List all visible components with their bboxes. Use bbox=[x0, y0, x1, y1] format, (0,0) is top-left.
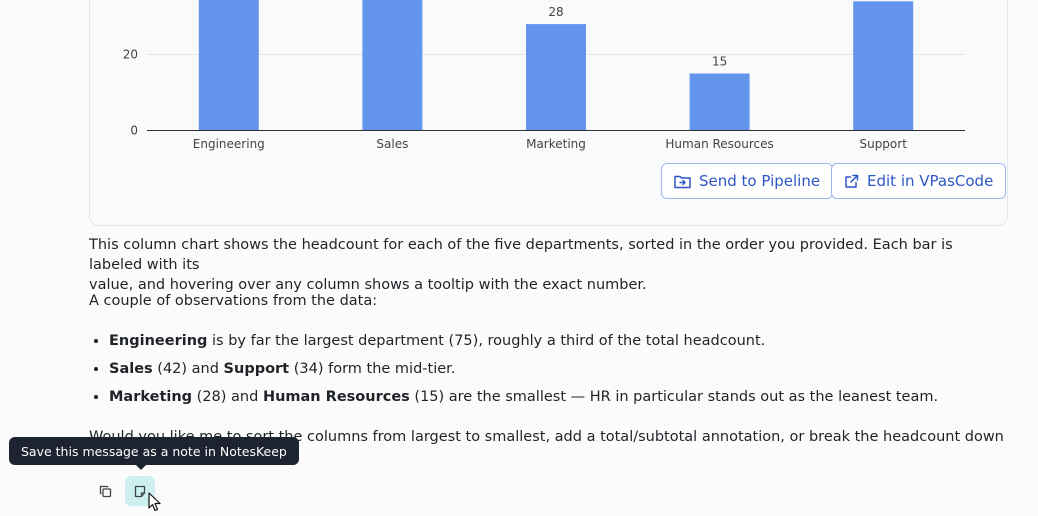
external-link-icon bbox=[845, 174, 859, 188]
note-icon bbox=[134, 485, 146, 497]
send-to-pipeline-label: Send to Pipeline bbox=[699, 172, 821, 190]
bar bbox=[853, 1, 914, 131]
bold-term: Marketing bbox=[109, 389, 193, 405]
list-item: Sales (42) and Support (34) form the mid… bbox=[109, 360, 1009, 388]
edit-in-vpascode-button[interactable]: Edit in VPasCode bbox=[831, 163, 1007, 199]
tooltip-text: Save this message as a note in NotesKeep bbox=[21, 443, 287, 459]
x-tick-label: Sales bbox=[376, 137, 408, 151]
data-label: 15 bbox=[712, 55, 727, 69]
x-tick-label: Support bbox=[859, 137, 907, 151]
message-paragraph-1: This column chart shows the headcount fo… bbox=[89, 235, 1009, 295]
bar bbox=[689, 73, 750, 131]
send-to-pipeline-button[interactable]: Send to Pipeline bbox=[661, 163, 834, 199]
list-item-text: is by far the largest department (75), r… bbox=[207, 333, 766, 349]
save-note-tooltip: Save this message as a note in NotesKeep bbox=[9, 437, 299, 465]
list-item-text: (15) are the smallest — HR in particular… bbox=[409, 389, 939, 405]
x-tick-label: Engineering bbox=[193, 137, 265, 151]
list-item-text: (34) form the mid-tier. bbox=[289, 361, 456, 377]
chart-card: 0 20 Engineering Sales 28 Marketing 15 Human Re… bbox=[89, 0, 1008, 226]
data-label: 28 bbox=[548, 5, 563, 19]
list-item: Marketing (28) and Human Resources (15) … bbox=[109, 388, 1009, 416]
y-tick-label: 20 bbox=[123, 48, 138, 62]
list-item-text: (42) and bbox=[152, 361, 224, 377]
send-to-folder-icon bbox=[674, 175, 691, 188]
bold-term: Engineering bbox=[109, 333, 208, 349]
edit-in-vpascode-label: Edit in VPasCode bbox=[867, 172, 994, 190]
message-text: This column chart shows the headcount fo… bbox=[89, 237, 953, 273]
bold-term: Sales bbox=[109, 361, 153, 377]
mouse-pointer-icon bbox=[148, 492, 161, 512]
y-tick-label: 0 bbox=[130, 124, 138, 138]
message-text: A couple of observations from the data: bbox=[89, 293, 378, 309]
message-paragraph-2: A couple of observations from the data: bbox=[89, 291, 1009, 311]
bar bbox=[198, 0, 259, 131]
bar bbox=[362, 0, 423, 131]
x-tick-label: Marketing bbox=[526, 137, 586, 151]
x-tick-label: Human Resources bbox=[665, 137, 773, 151]
bold-term: Human Resources bbox=[262, 389, 410, 405]
bar bbox=[526, 24, 586, 131]
list-item: Engineering is by far the largest depart… bbox=[109, 332, 1009, 360]
observations-list: Engineering is by far the largest depart… bbox=[89, 332, 1009, 416]
tooltip-arrow bbox=[135, 464, 147, 470]
copy-message-button[interactable] bbox=[90, 476, 120, 506]
list-item-text: (28) and bbox=[192, 389, 263, 405]
copy-icon bbox=[99, 485, 111, 497]
bold-term: Support bbox=[223, 361, 290, 377]
